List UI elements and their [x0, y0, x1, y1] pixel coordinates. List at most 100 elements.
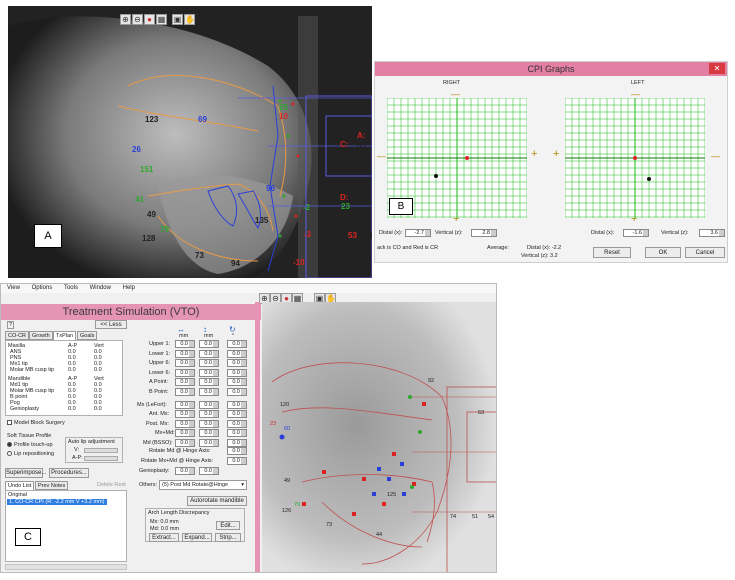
delete-rest-button[interactable]: Delete Rest: [97, 482, 126, 488]
menu-window[interactable]: Window: [90, 285, 111, 291]
cancel-button[interactable]: Cancel: [685, 247, 725, 258]
genioplasty-ap-input[interactable]: 0.0: [175, 467, 195, 475]
image-icon[interactable]: ▦: [156, 14, 167, 25]
tab-txplan[interactable]: TxPlan: [53, 331, 77, 340]
tab-growth[interactable]: Growth: [29, 331, 53, 340]
move-row-input[interactable]: 0.0: [175, 378, 195, 387]
measure-14: A:: [357, 131, 366, 140]
move-row-input[interactable]: 0.0: [227, 410, 247, 419]
move-row-input[interactable]: 0.0: [199, 419, 219, 428]
right-distal-input[interactable]: -2.7: [405, 229, 431, 237]
measure-15: 63: [357, 141, 366, 150]
move-row-input[interactable]: 0.0: [175, 429, 195, 438]
move-row-label: Mx+Md:: [155, 430, 175, 437]
move-row-input[interactable]: 0.0: [175, 410, 195, 419]
move-row-input[interactable]: 0.0: [175, 388, 195, 396]
move-row-input[interactable]: 0.0: [227, 359, 247, 368]
zoom-out-icon[interactable]: ⊖: [132, 14, 143, 25]
undo-list[interactable]: Original 1. CO-CR CPI (R: -2.2 mm V +3.2…: [5, 490, 127, 562]
move-row-input[interactable]: 0.0: [175, 340, 195, 348]
vto-measure-3: 49: [284, 478, 291, 484]
menu-view[interactable]: View: [7, 285, 20, 291]
rotate-mxmd-label: Rotate Mx+Md @ Hinge Axis:: [141, 458, 214, 464]
move-row-input[interactable]: 0.0: [199, 388, 219, 396]
soft-tissue-label: Soft Tissue Profile: [7, 433, 52, 439]
move-row-input[interactable]: 0.0: [199, 378, 219, 387]
move-row-input[interactable]: 0.0: [227, 368, 247, 377]
average-distal: Distal (x): -2.2: [527, 245, 562, 251]
move-row-input[interactable]: 0.0: [199, 359, 219, 368]
move-row-input[interactable]: 0.0: [227, 388, 247, 396]
menu-options[interactable]: Options: [32, 285, 53, 291]
others-select[interactable]: (5) Post Md Rotate@Hinge ▾: [159, 480, 247, 490]
close-icon[interactable]: ✕: [709, 63, 725, 74]
superimpose-button[interactable]: Superimpose...: [5, 468, 46, 478]
move-row-input[interactable]: 0.0: [199, 349, 219, 358]
move-row-input[interactable]: 0.0: [227, 419, 247, 428]
extract-button[interactable]: Extract...: [149, 533, 179, 542]
unit-ap: mm: [179, 333, 189, 339]
move-row-input[interactable]: 0.0: [175, 368, 195, 377]
vto-title: Treatment Simulation (VTO): [1, 304, 261, 320]
lip-repositioning-radio[interactable]: Lip repositioning: [7, 451, 54, 457]
tab-undo-list[interactable]: Undo List: [5, 481, 35, 490]
move-row-input[interactable]: 0.0: [199, 410, 219, 419]
panel-b-label: B: [389, 198, 413, 215]
move-row-input[interactable]: 0.0: [175, 419, 195, 428]
menu-tools[interactable]: Tools: [64, 285, 78, 291]
move-row-input[interactable]: 0.0: [175, 359, 195, 368]
rotate-mxmd-input[interactable]: 0.0: [227, 457, 247, 465]
move-row-input[interactable]: 0.0: [199, 429, 219, 438]
move-row-input[interactable]: 0.0: [199, 340, 219, 348]
move-row-input[interactable]: 0.0: [175, 400, 195, 409]
horizontal-scrollbar[interactable]: [5, 564, 127, 570]
procedures-button[interactable]: Procedures...: [49, 468, 89, 478]
reset-button[interactable]: Reset: [593, 247, 631, 258]
move-row-input[interactable]: 0.0: [227, 340, 247, 348]
vto-measure-5: 126: [282, 508, 292, 514]
tab-co-cr[interactable]: CO-CR: [5, 331, 30, 340]
rotate-md-input[interactable]: 0.0: [227, 447, 247, 455]
vto-measure-11: 74: [450, 514, 457, 520]
expand-button[interactable]: Expand...: [182, 533, 212, 542]
tab-prev-notes[interactable]: Prev Notes: [35, 481, 69, 490]
vto-window: View Options Tools Window Help ⊕ ⊖ ● ▦ ▣…: [0, 283, 497, 573]
strip-button[interactable]: Strip...: [215, 533, 241, 542]
menu-help[interactable]: Help: [123, 285, 135, 291]
measure-24: 23: [341, 202, 350, 211]
left-left-plus: +: [553, 148, 560, 160]
model-block-surgery[interactable]: Model Block Surgery: [7, 420, 65, 426]
cpi-graphs-window: CPI Graphs ✕ RIGHT LEFT — — — + + — + + …: [374, 61, 728, 263]
move-row-input[interactable]: 0.0: [227, 429, 247, 438]
ok-button[interactable]: OK: [645, 247, 681, 258]
move-row-input[interactable]: 0.0: [227, 439, 247, 447]
left-vertical-input[interactable]: 3.6: [699, 229, 725, 237]
less-button[interactable]: << Less: [95, 320, 127, 329]
undo-item-selected[interactable]: 1. CO-CR CPI (R: -2.2 mm V +3.2 mm): [7, 499, 107, 505]
zoom-in-icon[interactable]: ⊕: [120, 14, 131, 25]
save-icon[interactable]: ▣: [172, 14, 183, 25]
genioplasty-vert-input[interactable]: 0.0: [199, 467, 219, 475]
record-icon[interactable]: ●: [144, 14, 155, 25]
profile-touchup-radio[interactable]: Profile touch-up: [7, 442, 53, 448]
right-vertical-input[interactable]: 2.8: [471, 229, 497, 237]
move-row-input[interactable]: 0.0: [199, 368, 219, 377]
move-row-input[interactable]: 0.0: [227, 349, 247, 358]
tab-goals[interactable]: Goals: [77, 331, 98, 340]
move-row-input[interactable]: 0.0: [175, 439, 195, 447]
autorotate-mandible-button[interactable]: Autorotate mandible: [187, 496, 247, 506]
help-button[interactable]: ?: [7, 321, 15, 329]
move-row-input[interactable]: 0.0: [199, 400, 219, 409]
move-row-input[interactable]: 0.0: [199, 439, 219, 447]
left-distal-input[interactable]: -1.6: [623, 229, 649, 237]
undo-original[interactable]: Original: [8, 492, 27, 498]
maxilla-row-cell: Molar MB cusp tip: [10, 367, 55, 373]
measure-10: 79: [160, 225, 169, 234]
ap-slider[interactable]: [84, 456, 118, 461]
move-row-input[interactable]: 0.0: [227, 400, 247, 409]
edit-button[interactable]: Edit...: [216, 521, 240, 530]
move-row-input[interactable]: 0.0: [175, 349, 195, 358]
move-row-input[interactable]: 0.0: [227, 378, 247, 387]
hand-icon[interactable]: ✋: [184, 14, 195, 25]
v-slider[interactable]: [84, 448, 118, 453]
